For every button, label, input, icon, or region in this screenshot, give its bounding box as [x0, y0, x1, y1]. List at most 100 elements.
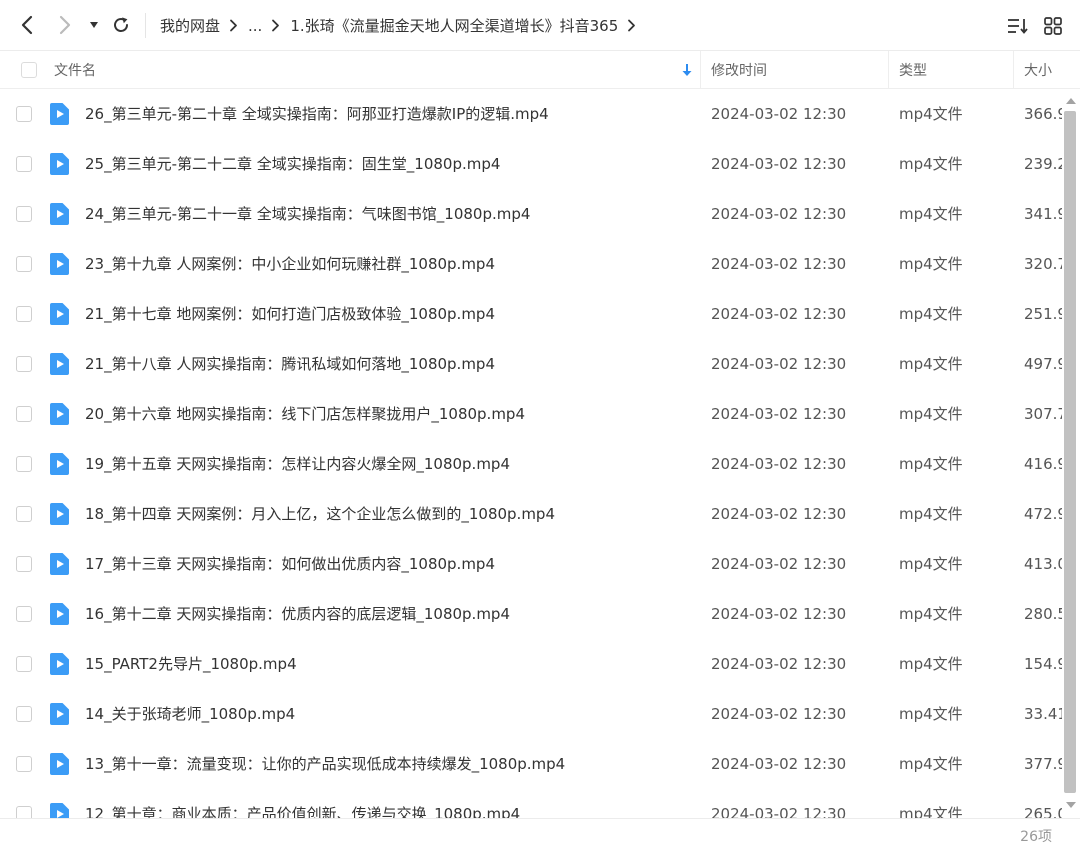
- column-header-modified[interactable]: 修改时间: [711, 51, 767, 89]
- breadcrumb-current-folder[interactable]: 1.张琦《流量掘金天地人网全渠道增长》抖音365: [290, 15, 618, 36]
- file-name: 21_第十八章 人网实操指南：腾讯私域如何落地_1080p.mp4: [85, 355, 495, 373]
- scroll-down-arrow-icon[interactable]: [1065, 799, 1077, 811]
- sort-list-icon: [1008, 19, 1028, 34]
- sort-button[interactable]: [1007, 15, 1029, 37]
- file-row[interactable]: 16_第十二章 天网实操指南：优质内容的底层逻辑_1080p.mp4 2024-0…: [0, 589, 1062, 639]
- file-type: mp4文件: [899, 105, 963, 123]
- file-row[interactable]: 23_第十九章 人网案例：中小企业如何玩赚社群_1080p.mp4 2024-03…: [0, 239, 1062, 289]
- chevron-right-icon[interactable]: [627, 19, 636, 32]
- file-row[interactable]: 13_第十一章：流量变现：让你的产品实现低成本持续爆发_1080p.mp4 202…: [0, 739, 1062, 789]
- breadcrumb-ellipsis[interactable]: ...: [248, 17, 262, 35]
- refresh-button[interactable]: [108, 12, 134, 38]
- file-modified-time: 2024-03-02 12:30: [711, 255, 847, 273]
- column-header-size[interactable]: 大小: [1024, 51, 1052, 89]
- row-checkbox[interactable]: [16, 606, 32, 622]
- column-divider[interactable]: [1013, 51, 1014, 89]
- scrollbar-thumb[interactable]: [1064, 111, 1076, 793]
- column-header-type[interactable]: 类型: [899, 51, 927, 89]
- file-type: mp4文件: [899, 505, 963, 523]
- sort-descending-icon[interactable]: [681, 51, 693, 89]
- grid-view-button[interactable]: [1042, 15, 1064, 37]
- file-modified-time: 2024-03-02 12:30: [711, 355, 847, 373]
- file-name: 14_关于张琦老师_1080p.mp4: [85, 705, 296, 723]
- row-checkbox[interactable]: [16, 806, 32, 818]
- file-row[interactable]: 24_第三单元-第二十一章 全域实操指南：气味图书馆_1080p.mp4 2024…: [0, 189, 1062, 239]
- select-all-checkbox-wrap[interactable]: [21, 51, 37, 89]
- vertical-scrollbar[interactable]: [1062, 89, 1080, 818]
- row-checkbox[interactable]: [16, 256, 32, 272]
- file-type: mp4文件: [899, 605, 963, 623]
- file-type: mp4文件: [899, 755, 963, 773]
- row-checkbox[interactable]: [16, 456, 32, 472]
- file-size: 366.9: [1024, 105, 1062, 123]
- video-file-icon: [50, 153, 69, 175]
- breadcrumb-root[interactable]: 我的网盘: [160, 15, 220, 36]
- file-modified-time: 2024-03-02 12:30: [711, 205, 847, 223]
- video-file-icon: [50, 303, 69, 325]
- video-file-icon: [50, 803, 69, 818]
- row-checkbox[interactable]: [16, 706, 32, 722]
- file-name: 15_PART2先导片_1080p.mp4: [85, 655, 297, 673]
- video-file-icon: [50, 603, 69, 625]
- video-file-icon: [50, 653, 69, 675]
- history-dropdown-button[interactable]: [83, 12, 105, 38]
- row-checkbox[interactable]: [16, 756, 32, 772]
- file-name: 20_第十六章 地网实操指南：线下门店怎样聚拢用户_1080p.mp4: [85, 405, 525, 423]
- row-checkbox[interactable]: [16, 406, 32, 422]
- column-divider[interactable]: [888, 51, 889, 89]
- video-file-icon: [50, 503, 69, 525]
- file-type: mp4文件: [899, 155, 963, 173]
- file-type: mp4文件: [899, 655, 963, 673]
- file-row[interactable]: 21_第十七章 地网案例：如何打造门店极致体验_1080p.mp4 2024-03…: [0, 289, 1062, 339]
- file-modified-time: 2024-03-02 12:30: [711, 505, 847, 523]
- row-checkbox[interactable]: [16, 356, 32, 372]
- row-checkbox[interactable]: [16, 506, 32, 522]
- file-type: mp4文件: [899, 705, 963, 723]
- chevron-right-icon: [229, 19, 238, 32]
- file-name: 16_第十二章 天网实操指南：优质内容的底层逻辑_1080p.mp4: [85, 605, 510, 623]
- back-button[interactable]: [14, 12, 40, 38]
- chevron-right-icon: [59, 15, 71, 35]
- file-size: 416.9: [1024, 455, 1062, 473]
- file-size: 377.9: [1024, 755, 1062, 773]
- file-size: 33.41: [1024, 705, 1062, 723]
- file-row[interactable]: 21_第十八章 人网实操指南：腾讯私域如何落地_1080p.mp4 2024-03…: [0, 339, 1062, 389]
- file-row[interactable]: 15_PART2先导片_1080p.mp4 2024-03-02 12:30 mp4…: [0, 639, 1062, 689]
- file-modified-time: 2024-03-02 12:30: [711, 655, 847, 673]
- video-file-icon: [50, 753, 69, 775]
- file-row[interactable]: 19_第十五章 天网实操指南：怎样让内容火爆全网_1080p.mp4 2024-0…: [0, 439, 1062, 489]
- column-header-name[interactable]: 文件名: [54, 51, 96, 89]
- file-modified-time: 2024-03-02 12:30: [711, 755, 847, 773]
- column-divider[interactable]: [700, 51, 701, 89]
- row-checkbox[interactable]: [16, 306, 32, 322]
- grid-view-icon: [1044, 17, 1062, 35]
- file-row[interactable]: 18_第十四章 天网案例：月入上亿，这个企业怎么做到的_1080p.mp4 202…: [0, 489, 1062, 539]
- file-row[interactable]: 26_第三单元-第二十章 全域实操指南：阿那亚打造爆款IP的逻辑.mp4 2024…: [0, 89, 1062, 139]
- file-name: 26_第三单元-第二十章 全域实操指南：阿那亚打造爆款IP的逻辑.mp4: [85, 105, 549, 123]
- forward-button[interactable]: [52, 12, 78, 38]
- file-type: mp4文件: [899, 355, 963, 373]
- file-modified-time: 2024-03-02 12:30: [711, 455, 847, 473]
- row-checkbox[interactable]: [16, 556, 32, 572]
- row-checkbox[interactable]: [16, 106, 32, 122]
- file-modified-time: 2024-03-02 12:30: [711, 555, 847, 573]
- file-row[interactable]: 17_第十三章 天网实操指南：如何做出优质内容_1080p.mp4 2024-03…: [0, 539, 1062, 589]
- file-size: 239.2: [1024, 155, 1062, 173]
- file-row[interactable]: 25_第三单元-第二十二章 全域实操指南：固生堂_1080p.mp4 2024-0…: [0, 139, 1062, 189]
- file-size: 280.5: [1024, 605, 1062, 623]
- file-row[interactable]: 14_关于张琦老师_1080p.mp4 2024-03-02 12:30 mp4文件…: [0, 689, 1062, 739]
- row-checkbox[interactable]: [16, 156, 32, 172]
- file-size: 251.9: [1024, 305, 1062, 323]
- file-name: 17_第十三章 天网实操指南：如何做出优质内容_1080p.mp4: [85, 555, 495, 573]
- scroll-up-arrow-icon[interactable]: [1065, 95, 1077, 107]
- file-row[interactable]: 12_第十章：商业本质：产品价值创新、传递与交换_1080p.mp4 2024-0…: [0, 789, 1062, 818]
- file-row[interactable]: 20_第十六章 地网实操指南：线下门店怎样聚拢用户_1080p.mp4 2024-…: [0, 389, 1062, 439]
- file-name: 12_第十章：商业本质：产品价值创新、传递与交换_1080p.mp4: [85, 805, 521, 818]
- video-file-icon: [50, 253, 69, 275]
- file-modified-time: 2024-03-02 12:30: [711, 155, 847, 173]
- row-checkbox[interactable]: [16, 206, 32, 222]
- row-checkbox[interactable]: [16, 656, 32, 672]
- select-all-checkbox[interactable]: [21, 62, 37, 78]
- item-count: 26项: [1020, 829, 1052, 845]
- video-file-icon: [50, 553, 69, 575]
